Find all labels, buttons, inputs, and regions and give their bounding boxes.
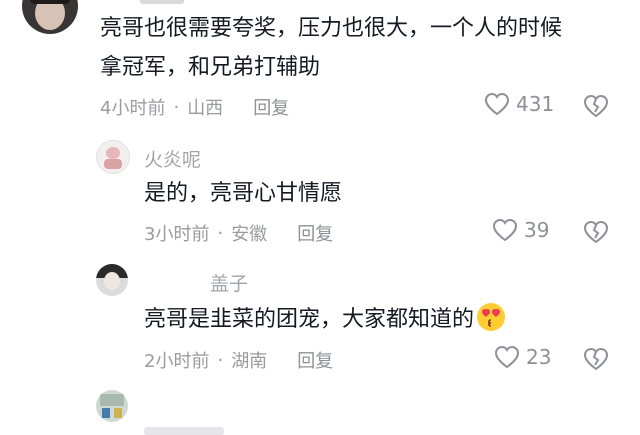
comment-location: 山西: [187, 98, 224, 119]
like-button[interactable]: 431: [484, 92, 554, 116]
heart-icon: [484, 92, 510, 116]
comment-text-line-1: 亮哥也很需要夸奖，压力也很大，一个人的时候: [100, 16, 563, 41]
comment-meta: 3小时前 · 安徽 回复: [144, 220, 333, 246]
avatar[interactable]: [22, 0, 78, 34]
comment-time: 2小时前: [144, 351, 210, 372]
broken-heart-icon[interactable]: [583, 94, 609, 118]
reply-button[interactable]: 回复: [253, 94, 289, 120]
like-count: 39: [524, 218, 550, 242]
separator-dot: ·: [173, 96, 180, 118]
separator-dot: ·: [217, 349, 224, 371]
username[interactable]: 火炎呢: [144, 145, 201, 172]
broken-heart-icon[interactable]: [583, 220, 609, 244]
comment-text-body: 亮哥是韭菜的团宠，大家都知道的: [144, 307, 475, 332]
broken-heart-icon[interactable]: [583, 347, 609, 371]
comment-time: 3小时前: [144, 224, 210, 245]
heart-icon: [494, 345, 520, 369]
comment-location: 湖南: [231, 351, 268, 372]
username[interactable]: 盖子: [210, 269, 248, 296]
comment-meta: 4小时前 · 山西 回复: [100, 94, 289, 120]
reply-button[interactable]: 回复: [297, 347, 333, 373]
like-count: 23: [526, 345, 552, 369]
reply-button[interactable]: 回复: [297, 220, 333, 246]
comment-time: 4小时前: [100, 98, 166, 119]
avatar[interactable]: [96, 264, 128, 296]
heart-icon: [492, 218, 518, 242]
like-button[interactable]: 23: [494, 345, 551, 369]
comment-text: 亮哥是韭菜的团宠，大家都知道的: [144, 301, 506, 338]
avatar[interactable]: [96, 140, 130, 174]
like-button[interactable]: 39: [492, 218, 549, 242]
comment-meta: 2小时前 · 湖南 回复: [144, 347, 333, 373]
username-hidden: [140, 0, 184, 4]
separator-dot: ·: [217, 222, 224, 244]
comment-location: 安徽: [231, 224, 268, 245]
comment-text: 是的，亮哥心甘情愿: [144, 181, 343, 206]
comment-text-line-2: 拿冠军，和兄弟打辅助: [100, 55, 321, 80]
avatar[interactable]: [96, 390, 128, 422]
like-count: 431: [516, 92, 555, 116]
username-hidden: [144, 427, 224, 435]
heart-eyes-emoji: [477, 303, 506, 331]
